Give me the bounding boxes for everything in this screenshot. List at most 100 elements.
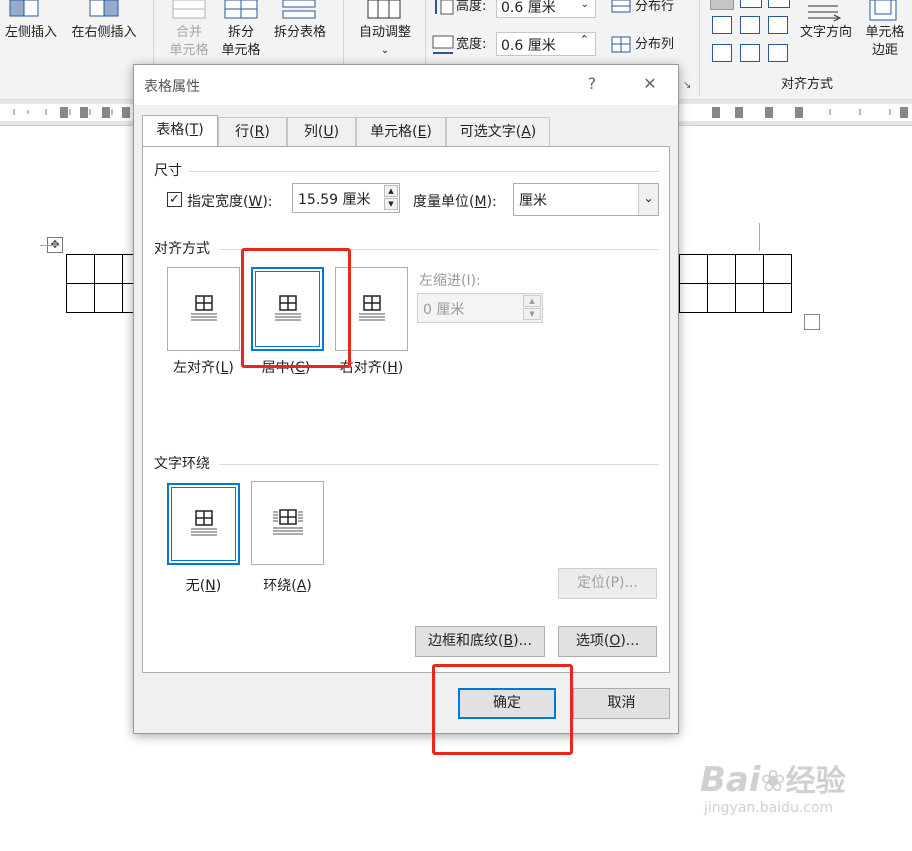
tab-key: R xyxy=(254,124,265,140)
align-left-label[interactable]: 左对齐(L) xyxy=(161,357,246,377)
positioning-button[interactable]: 定位(P)... xyxy=(558,568,657,599)
tab-key: A xyxy=(521,124,531,140)
preferred-width-text: 指定宽度( xyxy=(187,194,249,210)
spinner-down-icon[interactable]: ▼ xyxy=(384,198,398,210)
alignment-group-label: 对齐方式 xyxy=(780,77,833,92)
measure-in-suffix: ): xyxy=(486,194,497,210)
tab-cell[interactable]: 单元格(E) xyxy=(356,117,446,146)
dialog-title-bar[interactable]: 表格属性 ? ✕ xyxy=(134,65,678,105)
align-middle-center-button[interactable] xyxy=(740,16,760,34)
dialog-launcher-icon[interactable]: ↘ xyxy=(683,80,691,91)
tab-suffix: ) xyxy=(426,124,432,140)
preferred-width-input[interactable]: 15.59 厘米 ▲ ▼ xyxy=(292,183,400,213)
column-width-icon xyxy=(432,34,454,60)
spinner-icon: ⌄ xyxy=(580,0,589,10)
margin-corner xyxy=(40,245,60,246)
height-label: 高度: xyxy=(456,0,487,14)
watermark-url: jingyan.baidu.com xyxy=(704,800,834,816)
cancel-button[interactable]: 取消 xyxy=(573,688,670,719)
measure-in-value: 厘米 xyxy=(519,193,547,209)
split-cells-button[interactable]: 拆分 单元格 xyxy=(212,24,270,60)
wrap-around-icon xyxy=(272,509,303,535)
cell-margins-label-2: 边距 xyxy=(871,43,898,58)
preferred-width-checkbox[interactable]: ✓ xyxy=(167,192,182,207)
distribute-columns-button[interactable]: 分布列 xyxy=(635,36,674,54)
borders-shading-suffix: )... xyxy=(513,633,532,649)
size-section-label: 尺寸 xyxy=(154,163,182,179)
text-direction-button[interactable]: 文字方向 xyxy=(795,24,857,42)
cell-margins-label-1: 单元格 xyxy=(865,25,905,40)
wrap-around-tile[interactable] xyxy=(251,481,324,565)
split-cells-label: 单元格 xyxy=(221,43,261,58)
tab-panel-table: 尺寸 ✓ 指定宽度(W): 15.59 厘米 ▲ ▼ 度量单位(M): 厘米 ⌄… xyxy=(142,146,670,673)
height-input[interactable]: 0.6 厘米 ⌄ xyxy=(496,0,596,18)
tab-label: 列( xyxy=(303,124,324,140)
align-bottom-center-button[interactable] xyxy=(740,44,760,62)
split-table-button[interactable]: 拆分表格 xyxy=(268,24,332,42)
align-bottom-left-button[interactable] xyxy=(712,44,732,62)
align-right-key: H xyxy=(387,360,398,376)
options-button[interactable]: 选项(O)... xyxy=(558,626,657,657)
tab-key: T xyxy=(189,122,199,138)
align-left-suffix: ) xyxy=(228,360,234,376)
tab-table[interactable]: 表格(T) xyxy=(142,115,218,147)
spinner-icon: ⌃ xyxy=(579,33,589,46)
align-top-center-button[interactable] xyxy=(740,0,762,8)
cell-margins-button[interactable]: 单元格 边距 xyxy=(858,24,912,60)
align-top-right-button[interactable] xyxy=(768,0,790,8)
spinner-down-icon: ▼ xyxy=(523,308,541,320)
spinner-up-icon: ▲ xyxy=(523,295,541,307)
borders-shading-button-visible[interactable]: 边框和底纹(B)... xyxy=(415,626,545,657)
width-label: 宽度: xyxy=(456,37,487,52)
borders-shading-key: B xyxy=(503,633,514,649)
cell-margins-icon xyxy=(868,0,898,26)
split-cells-icon xyxy=(224,0,260,24)
wrap-none-key: N xyxy=(205,578,216,594)
insert-right-button[interactable]: 在右侧插入 xyxy=(64,24,144,42)
document-table-right[interactable] xyxy=(679,254,792,313)
wrap-around-text: 环绕( xyxy=(263,578,297,594)
tab-label: 单元格( xyxy=(370,124,418,140)
wrap-around-label[interactable]: 环绕(A) xyxy=(251,575,324,595)
merge-cells-label: 单元格 xyxy=(169,43,209,58)
align-left-tile[interactable] xyxy=(167,267,240,351)
width-input[interactable]: 0.6 厘米 ⌃ xyxy=(496,32,596,56)
spinner-up-icon[interactable]: ▲ xyxy=(384,185,398,197)
preferred-width-suffix: ): xyxy=(262,194,273,210)
chevron-down-icon: ⌄ xyxy=(638,184,658,215)
wrap-section-label: 文字环绕 xyxy=(154,456,210,472)
preferred-width-value: 15.59 厘米 xyxy=(298,192,371,208)
margin-marker xyxy=(759,223,760,251)
align-top-left-button[interactable] xyxy=(710,0,734,10)
watermark-brand: Bai xyxy=(700,760,761,800)
table-align-right-icon xyxy=(358,295,385,321)
dialog-title: 表格属性 xyxy=(144,79,200,95)
table-resize-handle[interactable] xyxy=(804,314,820,330)
close-button[interactable]: ✕ xyxy=(636,71,664,97)
insert-left-icon xyxy=(6,0,42,18)
align-bottom-right-button[interactable] xyxy=(768,44,788,62)
distribute-rows-button[interactable]: 分布行 xyxy=(635,0,674,16)
tab-key: U xyxy=(323,124,334,140)
tab-column[interactable]: 列(U) xyxy=(287,117,356,146)
options-key: O xyxy=(609,633,621,649)
align-right-suffix: ) xyxy=(397,360,404,376)
tab-row[interactable]: 行(R) xyxy=(218,117,287,146)
tab-alt-text[interactable]: 可选文字(A) xyxy=(446,117,550,146)
insert-left-button[interactable]: 左侧插入 xyxy=(0,24,62,42)
indent-label: 左缩进(I): xyxy=(419,273,481,289)
align-middle-left-button[interactable] xyxy=(712,16,732,34)
baidu-watermark: Bai❀经验 jingyan.baidu.com xyxy=(700,756,846,816)
distribute-columns-icon xyxy=(611,36,631,58)
wrap-none-tile[interactable] xyxy=(167,483,240,565)
align-middle-right-button[interactable] xyxy=(768,16,788,34)
autofit-button[interactable]: 自动调整 ⌄ xyxy=(350,24,420,60)
merge-cells-button[interactable]: 合并 单元格 xyxy=(160,24,218,60)
width-value: 0.6 厘米 xyxy=(501,38,556,54)
measure-in-select[interactable]: 厘米 ⌄ xyxy=(513,183,659,216)
preferred-width-label[interactable]: 指定宽度(W): xyxy=(187,191,273,211)
highlight-center-alignment xyxy=(241,248,351,368)
help-button[interactable]: ? xyxy=(578,71,606,97)
wrap-none-label[interactable]: 无(N) xyxy=(167,575,240,595)
measure-in-key: M xyxy=(474,194,487,210)
